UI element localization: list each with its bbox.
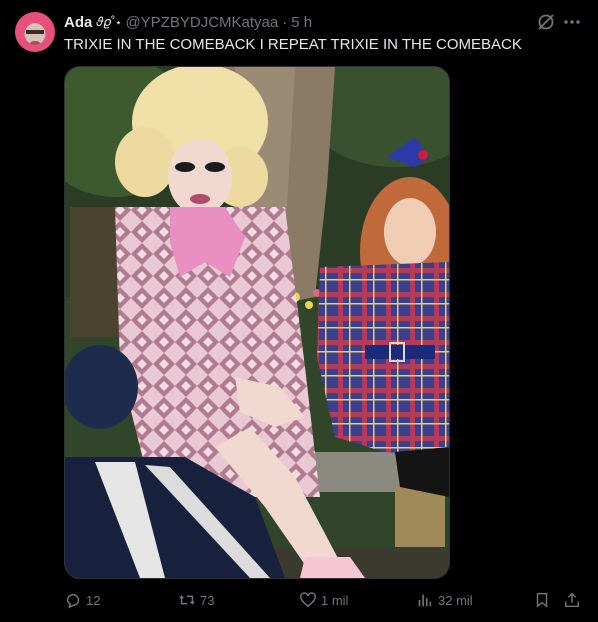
like-count: 1 mil bbox=[321, 592, 349, 608]
grok-icon[interactable] bbox=[536, 12, 556, 32]
tweet-text: TRIXIE IN THE COMEBACK I REPEAT TRIXIE I… bbox=[64, 36, 522, 53]
views-count: 32 mil bbox=[438, 592, 473, 608]
reply-icon bbox=[66, 593, 80, 609]
bookmark-icon bbox=[536, 592, 548, 608]
author-name[interactable]: Ada bbox=[64, 14, 92, 31]
avatar[interactable] bbox=[15, 12, 55, 52]
repost-button[interactable]: 73 bbox=[178, 590, 214, 610]
author-name-decoration: 𝜗𝜚˚⋆ bbox=[96, 14, 122, 29]
reply-button[interactable]: 12 bbox=[64, 590, 100, 610]
tweet[interactable]: Ada 𝜗𝜚˚⋆ @YPZBYDJCMKatyaa · 5 h TRIXIE I… bbox=[0, 0, 598, 622]
repost-icon bbox=[179, 595, 195, 605]
timestamp[interactable]: 5 h bbox=[291, 14, 312, 31]
tweet-header: Ada 𝜗𝜚˚⋆ @YPZBYDJCMKatyaa · 5 h bbox=[64, 12, 312, 32]
repost-count: 73 bbox=[200, 592, 215, 608]
tweet-media-image[interactable] bbox=[64, 66, 450, 579]
reply-count: 12 bbox=[86, 592, 101, 608]
separator-dot: · bbox=[282, 13, 288, 31]
more-icon[interactable] bbox=[562, 12, 582, 32]
author-handle[interactable]: @YPZBYDJCMKatyaa bbox=[125, 14, 278, 31]
share-icon bbox=[564, 592, 580, 608]
share-button[interactable] bbox=[563, 590, 581, 610]
tweet-actions: 12 73 1 mil 32 mil bbox=[64, 590, 584, 610]
views-button[interactable]: 32 mil bbox=[416, 590, 473, 610]
like-icon bbox=[300, 592, 316, 608]
views-icon bbox=[418, 594, 432, 607]
bookmark-button[interactable] bbox=[533, 590, 551, 610]
like-button[interactable]: 1 mil bbox=[299, 590, 348, 610]
